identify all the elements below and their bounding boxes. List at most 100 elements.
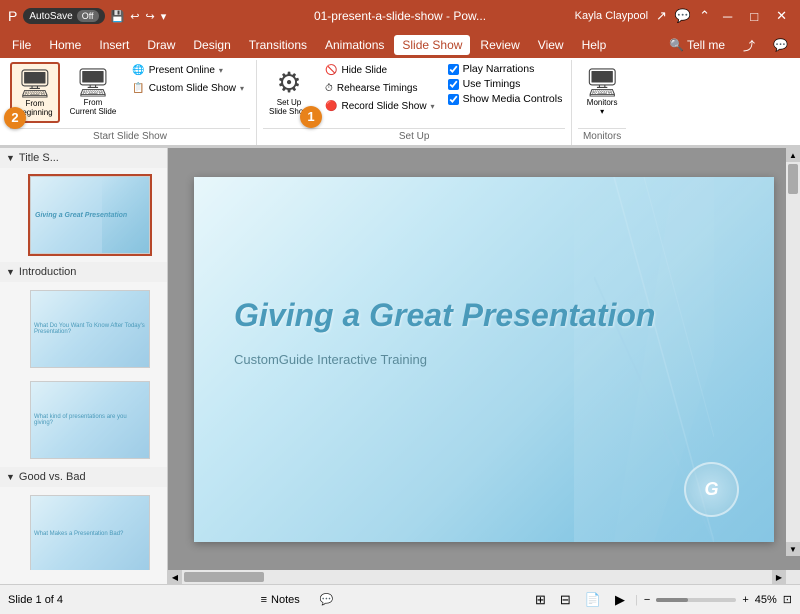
section-goodbad-label: Good vs. Bad bbox=[19, 471, 86, 483]
scroll-right-button[interactable]: ▶ bbox=[772, 570, 786, 584]
window-title: 01-present-a-slide-show - Pow... bbox=[314, 9, 486, 23]
record-slide-show-button[interactable]: 🔴 Record Slide Show ▾ bbox=[319, 98, 441, 115]
setup-right-controls: Play Narrations Use Timings Show Media C… bbox=[445, 62, 566, 106]
title-bar-right: Kayla Claypool ↗ 💬 ⌃ ─ □ ✕ bbox=[575, 6, 792, 26]
scroll-up-button[interactable]: ▲ bbox=[786, 148, 800, 162]
close-button[interactable]: ✕ bbox=[771, 6, 792, 26]
scroll-down-button[interactable]: ▼ bbox=[786, 542, 800, 556]
slide-3-thumb[interactable]: What kind of presentations are you givin… bbox=[28, 379, 152, 461]
menu-search[interactable]: 🔍 Tell me bbox=[661, 35, 733, 55]
slide-1-inner: Giving a Great Presentation bbox=[30, 176, 150, 254]
menu-insert[interactable]: Insert bbox=[91, 35, 137, 55]
section-title[interactable]: ▼ Title S... bbox=[0, 148, 167, 168]
hide-slide-label: Hide Slide bbox=[342, 65, 388, 76]
monitor-current-icon: 🖥 bbox=[75, 66, 111, 99]
from-beginning-button[interactable]: 🖥 From Beginning 2 bbox=[10, 62, 60, 123]
autosave-label: AutoSave bbox=[29, 11, 72, 22]
main-area: ▼ Title S... 1 ★ Giving a Great Presenta… bbox=[0, 148, 800, 570]
hide-slide-button[interactable]: 🚫 Hide Slide bbox=[319, 62, 441, 79]
menu-design[interactable]: Design bbox=[185, 35, 238, 55]
menu-comments2[interactable]: 💬 bbox=[765, 35, 796, 55]
slide-4-wrapper: 4 ★ What Makes a Presentation Bad? bbox=[20, 490, 161, 570]
section-introduction[interactable]: ▼ Introduction bbox=[0, 262, 167, 282]
slide-logo: G bbox=[684, 462, 739, 517]
menu-help[interactable]: Help bbox=[574, 35, 615, 55]
menu-transitions[interactable]: Transitions bbox=[241, 35, 315, 55]
section-goodbad[interactable]: ▼ Good vs. Bad bbox=[0, 467, 167, 487]
slide-4-thumb[interactable]: What Makes a Presentation Bad? bbox=[28, 493, 152, 570]
slide-panel[interactable]: ▼ Title S... 1 ★ Giving a Great Presenta… bbox=[0, 148, 168, 570]
minimize-button[interactable]: ─ bbox=[718, 7, 737, 26]
from-current-slide-button[interactable]: 🖥 From Current Slide bbox=[64, 62, 123, 121]
scroll-v-thumb[interactable] bbox=[788, 164, 798, 194]
horizontal-scrollbar[interactable]: ◀ ▶ bbox=[168, 570, 786, 584]
undo-icon[interactable]: ↩ bbox=[130, 10, 139, 23]
show-media-controls-label: Show Media Controls bbox=[463, 93, 563, 105]
setup-slideshow-button[interactable]: ⚙ Set Up Slide Show 1 bbox=[263, 62, 315, 121]
scroll-v-track[interactable] bbox=[786, 162, 800, 542]
monitors-dropdown: ▾ bbox=[600, 107, 604, 116]
menu-slideshow[interactable]: Slide Show bbox=[394, 35, 470, 55]
hscroll-row: ◀ ▶ bbox=[0, 570, 800, 584]
user-name: Kayla Claypool bbox=[575, 10, 648, 22]
use-timings-check[interactable] bbox=[448, 79, 459, 90]
main-slide-canvas: Giving a Great Presentation CustomGuide … bbox=[194, 177, 774, 542]
record-slideshow-dropdown-arrow: ▾ bbox=[431, 102, 435, 111]
powerpoint-icon: P bbox=[8, 8, 17, 24]
from-beginning-label-line1: From bbox=[25, 99, 44, 108]
slide-1-thumb[interactable]: Giving a Great Presentation bbox=[28, 174, 152, 256]
custom-slide-show-label: Custom Slide Show bbox=[149, 83, 236, 94]
scroll-h-track[interactable] bbox=[182, 570, 772, 584]
ribbon-toggle-icon[interactable]: ⌃ bbox=[699, 8, 710, 24]
ribbon: 🖥 From Beginning 2 🖥 From Current Slide bbox=[0, 58, 800, 148]
section-intro-label: Introduction bbox=[19, 266, 76, 278]
present-online-button[interactable]: 🌐 Present Online ▾ bbox=[126, 62, 250, 79]
scroll-left-button[interactable]: ◀ bbox=[168, 570, 182, 584]
custom-slide-show-button[interactable]: 📋 Custom Slide Show ▾ bbox=[126, 80, 250, 97]
autosave-status[interactable]: Off bbox=[77, 10, 99, 22]
ribbon-group-start-slideshow: 🖥 From Beginning 2 🖥 From Current Slide bbox=[4, 60, 257, 145]
present-online-dropdown-arrow: ▾ bbox=[219, 66, 223, 75]
autosave-toggle[interactable]: AutoSave Off bbox=[23, 8, 104, 24]
share-icon[interactable]: ↗ bbox=[656, 8, 667, 24]
use-timings-checkbox[interactable]: Use Timings bbox=[445, 77, 566, 91]
monitors-button[interactable]: 🖥 Monitors ▾ bbox=[578, 62, 626, 121]
menu-draw[interactable]: Draw bbox=[139, 35, 183, 55]
slide-main-title: Giving a Great Presentation bbox=[234, 297, 655, 334]
menu-home[interactable]: Home bbox=[41, 35, 89, 55]
show-media-controls-check[interactable] bbox=[448, 94, 459, 105]
badge-1: 1 bbox=[300, 106, 322, 128]
rehearse-timings-label: Rehearse Timings bbox=[337, 83, 418, 94]
record-slide-show-label: Record Slide Show bbox=[342, 101, 427, 112]
monitors-label: Monitors bbox=[587, 98, 618, 107]
redo-icon[interactable]: ↪ bbox=[145, 10, 154, 23]
restore-button[interactable]: □ bbox=[745, 7, 763, 26]
section-arrow-title: ▼ bbox=[6, 153, 15, 163]
more-qat-icon[interactable]: ▾ bbox=[161, 10, 167, 23]
record-icon: 🔴 bbox=[325, 101, 337, 112]
ribbon-group-content: 🖥 From Beginning 2 🖥 From Current Slide bbox=[10, 62, 250, 126]
play-narrations-checkbox[interactable]: Play Narrations bbox=[445, 62, 566, 76]
scroll-h-thumb[interactable] bbox=[184, 572, 264, 582]
menu-review[interactable]: Review bbox=[472, 35, 527, 55]
present-online-label: Present Online bbox=[149, 65, 215, 76]
globe-icon: 🌐 bbox=[132, 65, 144, 76]
menu-animations[interactable]: Animations bbox=[317, 35, 392, 55]
vertical-scrollbar[interactable]: ▲ ▼ bbox=[786, 148, 800, 556]
show-media-controls-checkbox[interactable]: Show Media Controls bbox=[445, 92, 566, 106]
slide-4-content: What Makes a Presentation Bad? bbox=[31, 496, 149, 570]
save-icon[interactable]: 💾 bbox=[111, 10, 125, 23]
slide-2-thumb[interactable]: What Do You Want To Know After Today's P… bbox=[28, 288, 152, 370]
section-arrow-goodbad: ▼ bbox=[6, 472, 15, 482]
play-narrations-check[interactable] bbox=[448, 64, 459, 75]
menu-share[interactable]: ⤴ bbox=[735, 34, 763, 57]
use-timings-label: Use Timings bbox=[463, 78, 521, 90]
menu-file[interactable]: File bbox=[4, 35, 39, 55]
badge-2: 2 bbox=[4, 107, 26, 129]
canvas-area: Giving a Great Presentation CustomGuide … bbox=[168, 148, 800, 570]
slide-2-wrapper: 2 ★ What Do You Want To Know After Today… bbox=[20, 285, 161, 373]
comments-icon[interactable]: 💬 bbox=[675, 8, 691, 24]
menu-view[interactable]: View bbox=[530, 35, 572, 55]
rehearse-timings-button[interactable]: ⏱ Rehearse Timings bbox=[319, 80, 441, 97]
setup-label-line1: Set Up bbox=[277, 98, 301, 107]
